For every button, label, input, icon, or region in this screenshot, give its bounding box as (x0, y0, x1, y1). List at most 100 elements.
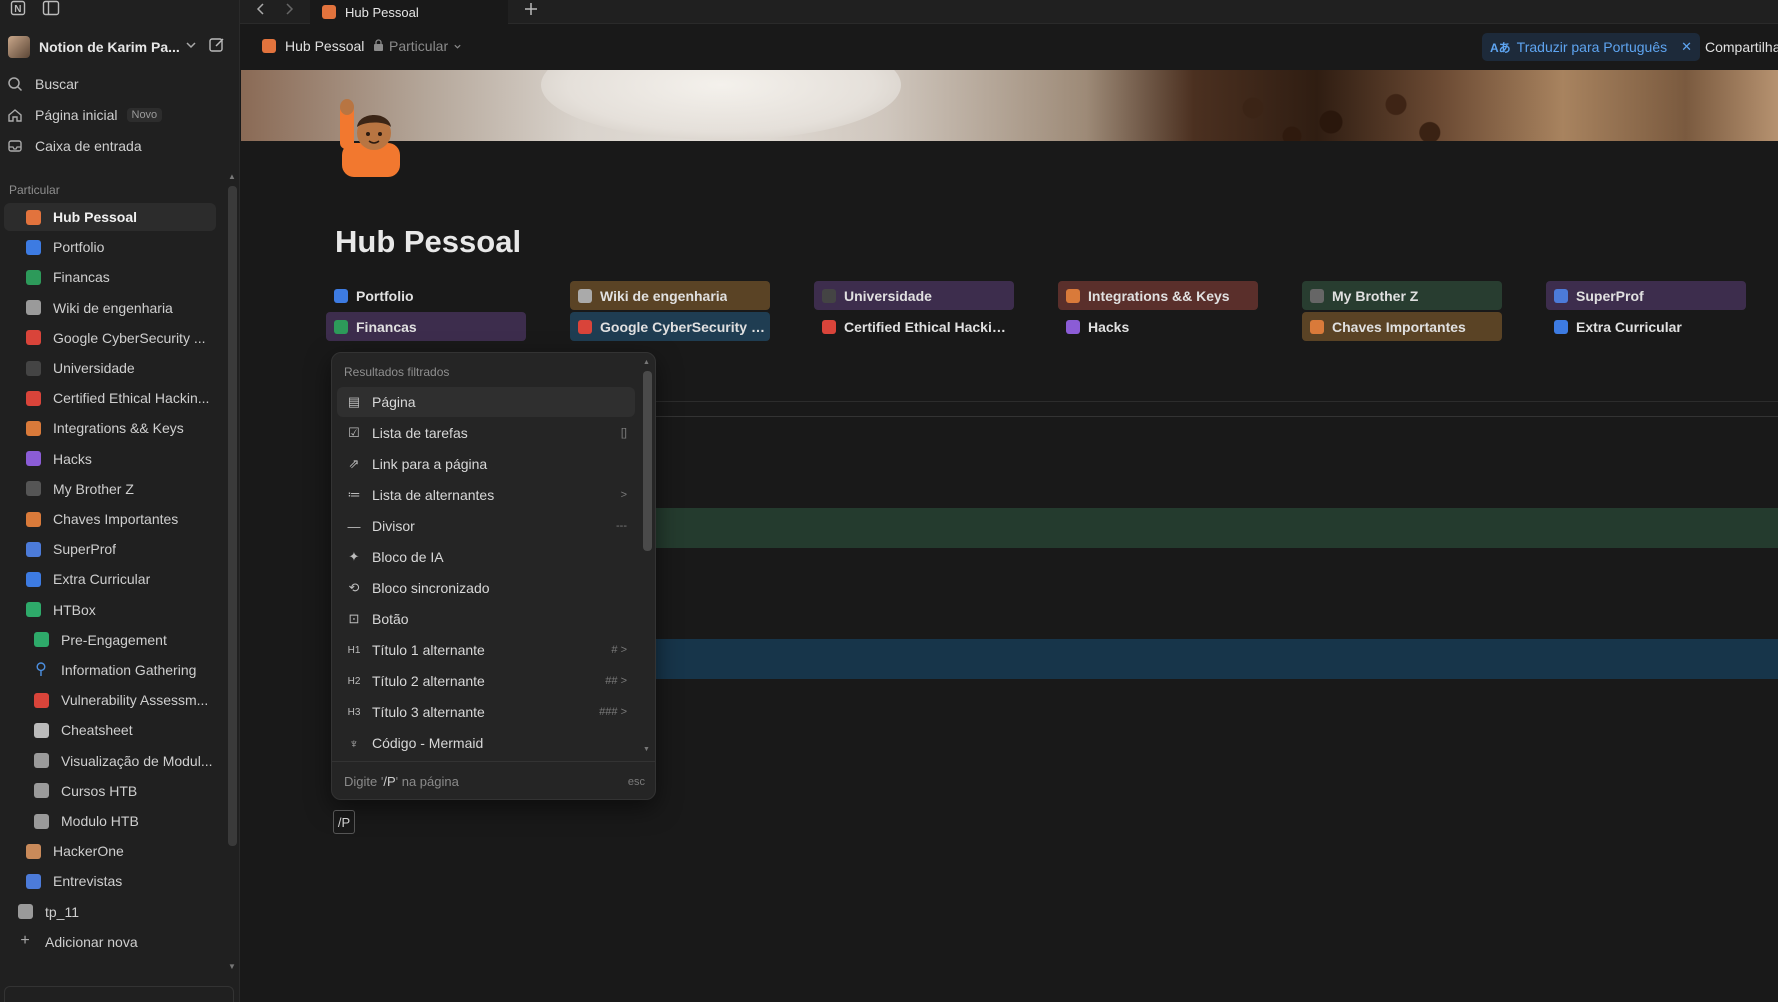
sidebar-item-entrevistas[interactable]: Entrevistas (4, 867, 216, 895)
table-icon (30, 750, 52, 772)
new-tab-plus-icon[interactable] (522, 0, 540, 21)
coffee-beans-shape (1201, 80, 1461, 141)
translate-icon: Aあ (1490, 40, 1511, 55)
forward-arrow-icon[interactable] (282, 2, 296, 19)
sidebar-item-financas[interactable]: Financas (4, 263, 216, 291)
new-page-icon[interactable] (208, 36, 226, 57)
sidebar-item-my-brother-z[interactable]: My Brother Z (4, 475, 216, 503)
slash-command-input[interactable]: /P (333, 810, 355, 834)
sidebar-item-universidade[interactable]: Universidade (4, 354, 216, 382)
menu-item-codigo-mermaid[interactable]: ♆ Código - Mermaid (337, 728, 635, 758)
scroll-up-icon[interactable]: ▲ (643, 359, 650, 366)
sidebar-item-cursos-htb[interactable]: Cursos HTB (4, 777, 216, 805)
menu-item-botao[interactable]: ⊡ Botão (337, 604, 635, 634)
page-emoji-icon[interactable] (336, 97, 406, 177)
sidebar-item-label: HTBox (53, 601, 96, 618)
page-link-financas[interactable]: Financas (326, 312, 526, 341)
sidebar-toggle-icon[interactable] (42, 0, 60, 19)
close-icon[interactable]: ✕ (1681, 39, 1692, 55)
page-link-icon (576, 287, 594, 305)
page-link-icon (820, 318, 838, 336)
sidebar-item-certified-ethical-hackin[interactable]: Certified Ethical Hackin... (4, 384, 216, 412)
sidebar-item-cheatsheet[interactable]: Cheatsheet (4, 716, 216, 744)
privacy-selector[interactable]: Particular (373, 38, 462, 54)
graduation-icon-shape (25, 360, 41, 376)
sidebar-item-inbox[interactable]: Caixa de entrada (4, 132, 216, 160)
breadcrumb[interactable]: Hub Pessoal (262, 38, 364, 54)
page-title[interactable]: Hub Pessoal (335, 224, 521, 260)
menu-item-lista-de-tarefas[interactable]: ☑ Lista de tarefas [] (337, 418, 635, 448)
scroll-up-icon[interactable]: ▲ (228, 172, 236, 181)
sidebar-item-chaves-importantes[interactable]: Chaves Importantes (4, 505, 216, 533)
sidebar-item-hackerone[interactable]: HackerOne (4, 837, 216, 865)
sidebar-item-google-cybersecurity[interactable]: Google CyberSecurity ... (4, 324, 216, 352)
sidebar-footer-panel[interactable] (4, 986, 234, 1002)
alien-icon (22, 478, 44, 500)
scroll-down-icon[interactable]: ▼ (228, 962, 236, 971)
page-link-portfolio[interactable]: Portfolio (326, 281, 526, 310)
notion-logo-icon[interactable]: N (10, 0, 26, 19)
cover-image[interactable] (241, 70, 1778, 141)
page-link-superprof[interactable]: SuperProf (1546, 281, 1746, 310)
hacker-icon-shape (25, 390, 41, 406)
sidebar-item-label: tp_11 (45, 903, 79, 920)
sidebar-item-modulo-htb[interactable]: Modulo HTB (4, 807, 216, 835)
hacker-icon (22, 387, 44, 409)
menu-scrollbar[interactable] (643, 371, 652, 551)
workspace-switcher[interactable]: Notion de Karim Pa... (8, 34, 232, 60)
page-link-my-brother-z[interactable]: My Brother Z (1302, 281, 1502, 310)
page-link-integrations-keys[interactable]: Integrations && Keys (1058, 281, 1258, 310)
page-link-extra-curricular[interactable]: Extra Curricular (1546, 312, 1746, 341)
tab-hub-pessoal[interactable]: Hub Pessoal (310, 0, 508, 24)
slash-command-menu[interactable]: Resultados filtrados ▤ Página ☑ Lista de ta… (331, 352, 656, 800)
sidebar-item-search[interactable]: Buscar (4, 70, 216, 98)
page-link-chaves-importantes[interactable]: Chaves Importantes (1302, 312, 1502, 341)
sidebar-item-vulnerability-assessm[interactable]: Vulnerability Assessm... (4, 686, 216, 714)
menu-item-link-para-a-pagina[interactable]: ⇗ Link para a página (337, 449, 635, 479)
page-link-wiki-de-engenharia[interactable]: Wiki de engenharia (570, 281, 770, 310)
sidebar-item-pre-engagement[interactable]: Pre-Engagement (4, 626, 216, 654)
sidebar-item-tp-11[interactable]: tp_11 (4, 898, 216, 926)
sidebar-item-extra-curricular[interactable]: Extra Curricular (4, 565, 216, 593)
menu-item-titulo-3-alternante[interactable]: H3 Título 3 alternante ### > (337, 697, 635, 727)
sidebar-item-label: Modulo HTB (61, 813, 139, 829)
page-link-hacks[interactable]: Hacks (1058, 312, 1258, 341)
person-icon-shape (25, 843, 41, 859)
translate-button[interactable]: Aあ Traduzir para Português ✕ (1482, 33, 1701, 61)
section-label: Particular (9, 183, 60, 197)
page-link-universidade[interactable]: Universidade (814, 281, 1014, 310)
chevron-down-icon[interactable] (184, 38, 198, 55)
sidebar-item-integrations-keys[interactable]: Integrations && Keys (4, 414, 216, 442)
menu-item-titulo-1-alternante[interactable]: H1 Título 1 alternante # > (337, 635, 635, 665)
bug-icon (30, 689, 52, 711)
page-link-icon-shape (1066, 319, 1080, 334)
avatar-icon-shape (25, 541, 41, 557)
menu-item-titulo-2-alternante[interactable]: H2 Título 2 alternante ## > (337, 666, 635, 696)
sidebar-item-information-gathering[interactable]: ⚲ Information Gathering (4, 656, 216, 684)
menu-item-lista-de-alternantes[interactable]: ≔ Lista de alternantes > (337, 480, 635, 510)
sidebar-item-portfolio[interactable]: Portfolio (4, 233, 216, 261)
sidebar-item-home[interactable]: Página inicial Novo (4, 101, 216, 129)
menu-item-bloco-sincronizado[interactable]: ⟲ Bloco sincronizado (337, 573, 635, 603)
sidebar-item-htbox[interactable]: HTBox (4, 596, 216, 624)
green-callout-block[interactable] (650, 508, 1778, 548)
back-arrow-icon[interactable] (254, 2, 268, 19)
menu-item-bloco-de-ia[interactable]: ✦ Bloco de IA (337, 542, 635, 572)
menu-item-divisor[interactable]: — Divisor --- (337, 511, 635, 541)
esc-hint[interactable]: esc (628, 776, 645, 788)
sidebar-item-hub-pessoal[interactable]: Hub Pessoal (4, 203, 216, 231)
share-button[interactable]: Compartilha (1705, 39, 1778, 55)
scroll-down-icon[interactable]: ▼ (643, 746, 650, 753)
sidebar-item-visualizacao-de-modul[interactable]: Visualização de Modul... (4, 747, 216, 775)
menu-item-pagina[interactable]: ▤ Página (337, 387, 635, 417)
page-link-certified-ethical-hacking[interactable]: Certified Ethical Hacking ... (814, 312, 1014, 341)
sidebar-item-hacks[interactable]: Hacks (4, 445, 216, 473)
sidebar-item-adicionar-nova[interactable]: + Adicionar nova (4, 928, 216, 956)
page-link-google-cybersecurity-ce[interactable]: Google CyberSecurity Ce... (570, 312, 770, 341)
sidebar-item-superprof[interactable]: SuperProf (4, 535, 216, 563)
sidebar-item-wiki-de-engenharia[interactable]: Wiki de engenharia (4, 294, 216, 322)
table-icon-shape (33, 753, 49, 769)
blue-callout-block[interactable] (650, 639, 1778, 679)
sidebar-scrollbar[interactable] (228, 186, 237, 846)
hub-icon-shape (25, 209, 41, 225)
